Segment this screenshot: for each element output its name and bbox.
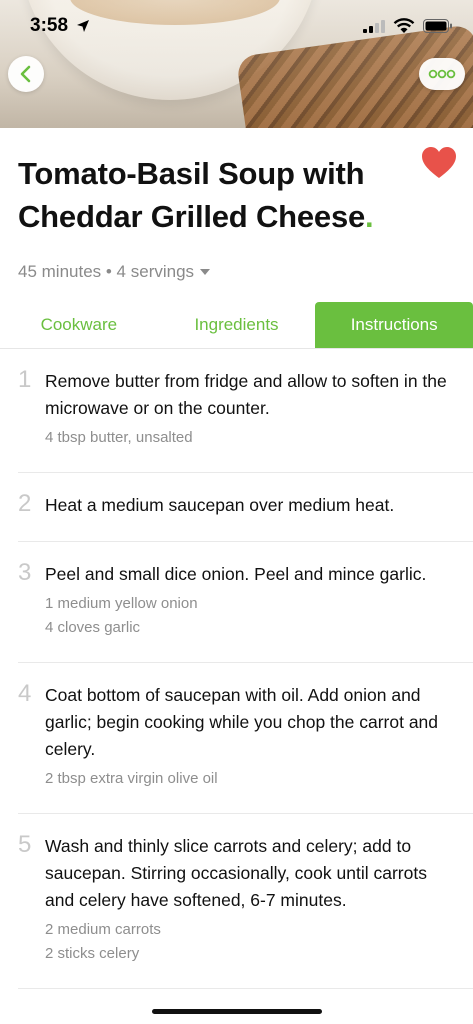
recipe-title: Tomato-Basil Soup with Cheddar Grilled C… (18, 156, 374, 234)
time-servings-label: 45 minutes • 4 servings (18, 262, 195, 281)
step-text: Wash and thinly slice carrots and celery… (45, 836, 427, 910)
more-dots-icon (428, 69, 456, 79)
battery-icon (423, 19, 452, 33)
tab-instructions[interactable]: Instructions (315, 302, 473, 348)
step-text: Remove butter from fridge and allow to s… (45, 371, 447, 418)
status-time: 3:58 (30, 15, 69, 36)
step-ingredient: 1 medium yellow onion (45, 595, 198, 612)
step-item: 2 Heat a medium saucepan over medium hea… (0, 472, 473, 542)
signal-icon (363, 20, 385, 33)
back-chevron-icon (20, 65, 31, 83)
step-item: 3 Peel and small dice onion. Peel and mi… (0, 541, 473, 663)
location-arrow-icon (77, 20, 89, 32)
title-accent-dot: . (365, 199, 374, 234)
caret-down-icon (200, 269, 211, 275)
step-number: 4 (18, 680, 32, 707)
instruction-steps: 1 Remove butter from fridge and allow to… (0, 348, 473, 989)
tab-cookware[interactable]: Cookware (0, 302, 158, 348)
step-ingredient: 4 cloves garlic (45, 619, 141, 636)
step-item: 5 Wash and thinly slice carrots and cele… (0, 813, 473, 989)
back-button[interactable] (8, 56, 44, 92)
home-indicator[interactable] (152, 1009, 322, 1014)
step-item: 1 Remove butter from fridge and allow to… (0, 348, 473, 473)
divider (18, 988, 473, 989)
tab-ingredients[interactable]: Ingredients (158, 302, 316, 348)
step-item: 4 Coat bottom of saucepan with oil. Add … (0, 662, 473, 814)
step-ingredient: 2 medium carrots (45, 921, 161, 938)
step-text: Heat a medium saucepan over medium heat. (45, 495, 395, 515)
heart-icon[interactable] (421, 146, 457, 180)
step-ingredient: 2 tbsp extra virgin olive oil (45, 770, 218, 787)
step-number: 3 (18, 559, 32, 586)
status-bar: 3:58 (0, 0, 473, 50)
step-ingredient: 2 sticks celery (45, 945, 140, 962)
step-number: 2 (18, 490, 32, 517)
step-number: 1 (18, 366, 32, 393)
wifi-icon (393, 18, 415, 33)
recipe-tabs: Cookware Ingredients Instructions (0, 302, 473, 349)
step-number: 5 (18, 831, 32, 858)
step-ingredient: 4 tbsp butter, unsalted (45, 429, 193, 446)
step-text: Coat bottom of saucepan with oil. Add on… (45, 685, 439, 759)
more-options-button[interactable] (419, 58, 465, 90)
step-text: Peel and small dice onion. Peel and minc… (45, 564, 427, 584)
recipe-meta[interactable]: 45 minutes • 4 servings (18, 262, 211, 282)
